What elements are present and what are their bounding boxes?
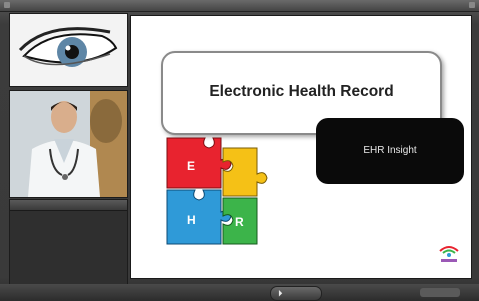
puzzle-icon: E H R bbox=[166, 137, 268, 245]
doctor-icon bbox=[10, 91, 127, 197]
panel-tab-bar bbox=[10, 200, 127, 211]
puzzle-letter-r: R bbox=[235, 215, 244, 229]
playback-button[interactable]: ⏵ bbox=[270, 286, 322, 301]
outline-item[interactable] bbox=[16, 223, 121, 231]
brand-logo-icon bbox=[439, 246, 459, 262]
puzzle-letter-h: H bbox=[187, 213, 196, 227]
outline-item[interactable] bbox=[16, 263, 121, 271]
bottom-toolbar bbox=[0, 284, 479, 301]
slide-title: Electronic Health Record bbox=[209, 83, 394, 100]
outline-item[interactable] bbox=[16, 271, 121, 279]
title-bar bbox=[0, 0, 479, 12]
doctor-thumbnail[interactable] bbox=[9, 90, 128, 198]
insight-label: EHR Insight bbox=[363, 145, 417, 156]
insight-box: EHR Insight bbox=[316, 118, 464, 184]
outline-list bbox=[16, 215, 121, 279]
outline-item[interactable] bbox=[16, 215, 121, 223]
outline-item[interactable] bbox=[16, 247, 121, 255]
sidebar bbox=[9, 13, 128, 287]
outline-item[interactable] bbox=[16, 239, 121, 247]
app-window: Electronic Health Record E H R EHR Insig… bbox=[0, 0, 479, 301]
puzzle-letter-e: E bbox=[187, 159, 195, 173]
outline-item[interactable] bbox=[16, 231, 121, 239]
settings-button[interactable] bbox=[420, 288, 460, 297]
close-icon[interactable] bbox=[469, 2, 475, 8]
play-icon: ⏵ bbox=[278, 288, 283, 298]
window-menu-icon[interactable] bbox=[4, 2, 10, 8]
outline-item[interactable] bbox=[16, 255, 121, 263]
eye-icon bbox=[10, 14, 127, 86]
eye-thumbnail[interactable] bbox=[9, 13, 128, 87]
slide-canvas: Electronic Health Record E H R EHR Insig… bbox=[130, 15, 472, 279]
outline-panel bbox=[9, 199, 128, 287]
